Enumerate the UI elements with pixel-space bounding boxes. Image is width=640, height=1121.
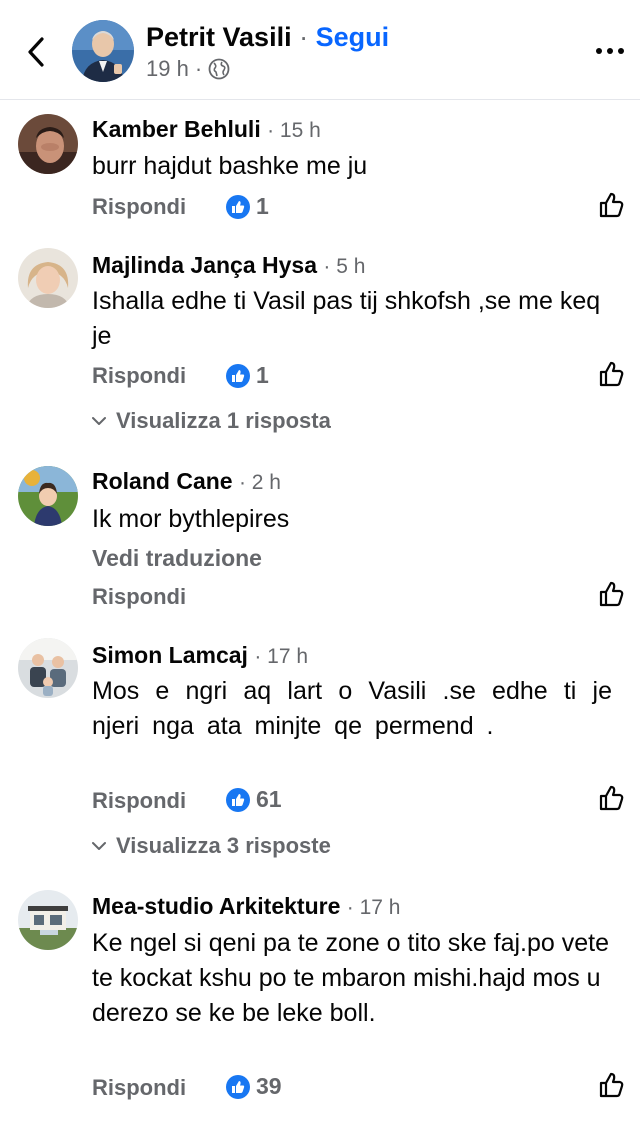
commenter-avatar[interactable] (18, 638, 78, 698)
like-badge-icon (226, 363, 250, 388)
like-icon[interactable] (598, 784, 626, 812)
reply-button[interactable]: Rispondi (92, 788, 186, 814)
post-header: Petrit Vasili · Segui 19 h · (0, 0, 640, 100)
follow-button[interactable]: Segui (316, 22, 390, 52)
reaction-summary[interactable]: 61 (226, 786, 282, 813)
view-replies-link[interactable]: Visualizza 3 risposte (92, 833, 331, 859)
comment-text: Ishalla edhe ti Vasil pas tij shkofsh ,s… (92, 287, 601, 350)
back-arrow-icon[interactable] (22, 34, 52, 70)
commenter-name[interactable]: Roland Cane (92, 468, 233, 494)
like-badge-icon (226, 194, 250, 219)
like-badge-icon (226, 1074, 250, 1099)
comment-time: · 17 h (254, 645, 309, 668)
view-replies-label: Visualizza 3 risposte (116, 833, 331, 858)
chevron-down-icon (92, 417, 106, 425)
more-options-icon[interactable] (596, 48, 624, 54)
view-replies-link[interactable]: Visualizza 1 risposta (92, 408, 331, 434)
meta-separator: · (194, 56, 203, 81)
like-count: 61 (256, 786, 282, 812)
comment-text: Ik mor bythlepires (92, 505, 290, 533)
commenter-avatar[interactable] (18, 248, 78, 308)
reply-button[interactable]: Rispondi (92, 363, 186, 389)
header-separator: · (299, 22, 309, 52)
commenter-avatar[interactable] (18, 466, 78, 526)
commenter-name[interactable]: Mea-studio Arkitekture (92, 893, 340, 919)
commenter-name[interactable]: Kamber Behluli (92, 116, 261, 142)
like-count: 1 (256, 362, 269, 388)
like-icon[interactable] (598, 580, 626, 608)
like-icon[interactable] (598, 360, 626, 388)
post-meta: 19 h · (146, 56, 230, 82)
post-author-row: Petrit Vasili · Segui (146, 22, 389, 53)
commenter-name[interactable]: Simon Lamcaj (92, 642, 248, 668)
like-icon[interactable] (598, 191, 626, 219)
like-count: 1 (256, 193, 269, 219)
view-replies-label: Visualizza 1 risposta (116, 408, 331, 433)
chevron-down-icon (92, 842, 106, 850)
comment-time: · 5 h (323, 255, 366, 278)
see-translation-link[interactable]: Vedi traduzione (92, 545, 262, 572)
comment-time: · 2 h (238, 471, 281, 494)
like-badge-icon (226, 787, 250, 812)
commenter-name[interactable]: Majlinda Jança Hysa (92, 252, 317, 278)
reply-button[interactable]: Rispondi (92, 1075, 186, 1101)
like-count: 39 (256, 1073, 282, 1099)
reply-button[interactable]: Rispondi (92, 584, 186, 610)
reaction-summary[interactable]: 39 (226, 1073, 282, 1100)
commenter-avatar[interactable] (18, 890, 78, 950)
comment-text: Mos e ngri aq lart o Vasili .se edhe ti … (92, 677, 612, 740)
reply-button[interactable]: Rispondi (92, 194, 186, 220)
comment-time: · 15 h (267, 119, 321, 142)
globe-icon (208, 58, 230, 80)
post-author-name[interactable]: Petrit Vasili (146, 22, 292, 52)
author-avatar[interactable] (72, 20, 134, 82)
comment-text: Ke ngel si qeni pa te zone o tito ske fa… (92, 929, 610, 1027)
comment-header: Mea-studio Arkitekture · 17 h (92, 893, 400, 920)
comment-header: Roland Cane · 2 h (92, 468, 281, 495)
commenter-avatar[interactable] (18, 114, 78, 174)
comment-header: Majlinda Jança Hysa · 5 h (92, 252, 365, 279)
post-time[interactable]: 19 h (146, 56, 189, 82)
comment-text: burr hajdut bashke me ju (92, 152, 368, 180)
comment-header: Simon Lamcaj · 17 h (92, 642, 308, 669)
like-icon[interactable] (598, 1071, 626, 1099)
reaction-summary[interactable]: 1 (226, 193, 269, 220)
comment-header: Kamber Behluli · 15 h (92, 116, 321, 143)
comment-time: · 17 h (346, 896, 401, 919)
reaction-summary[interactable]: 1 (226, 362, 269, 389)
